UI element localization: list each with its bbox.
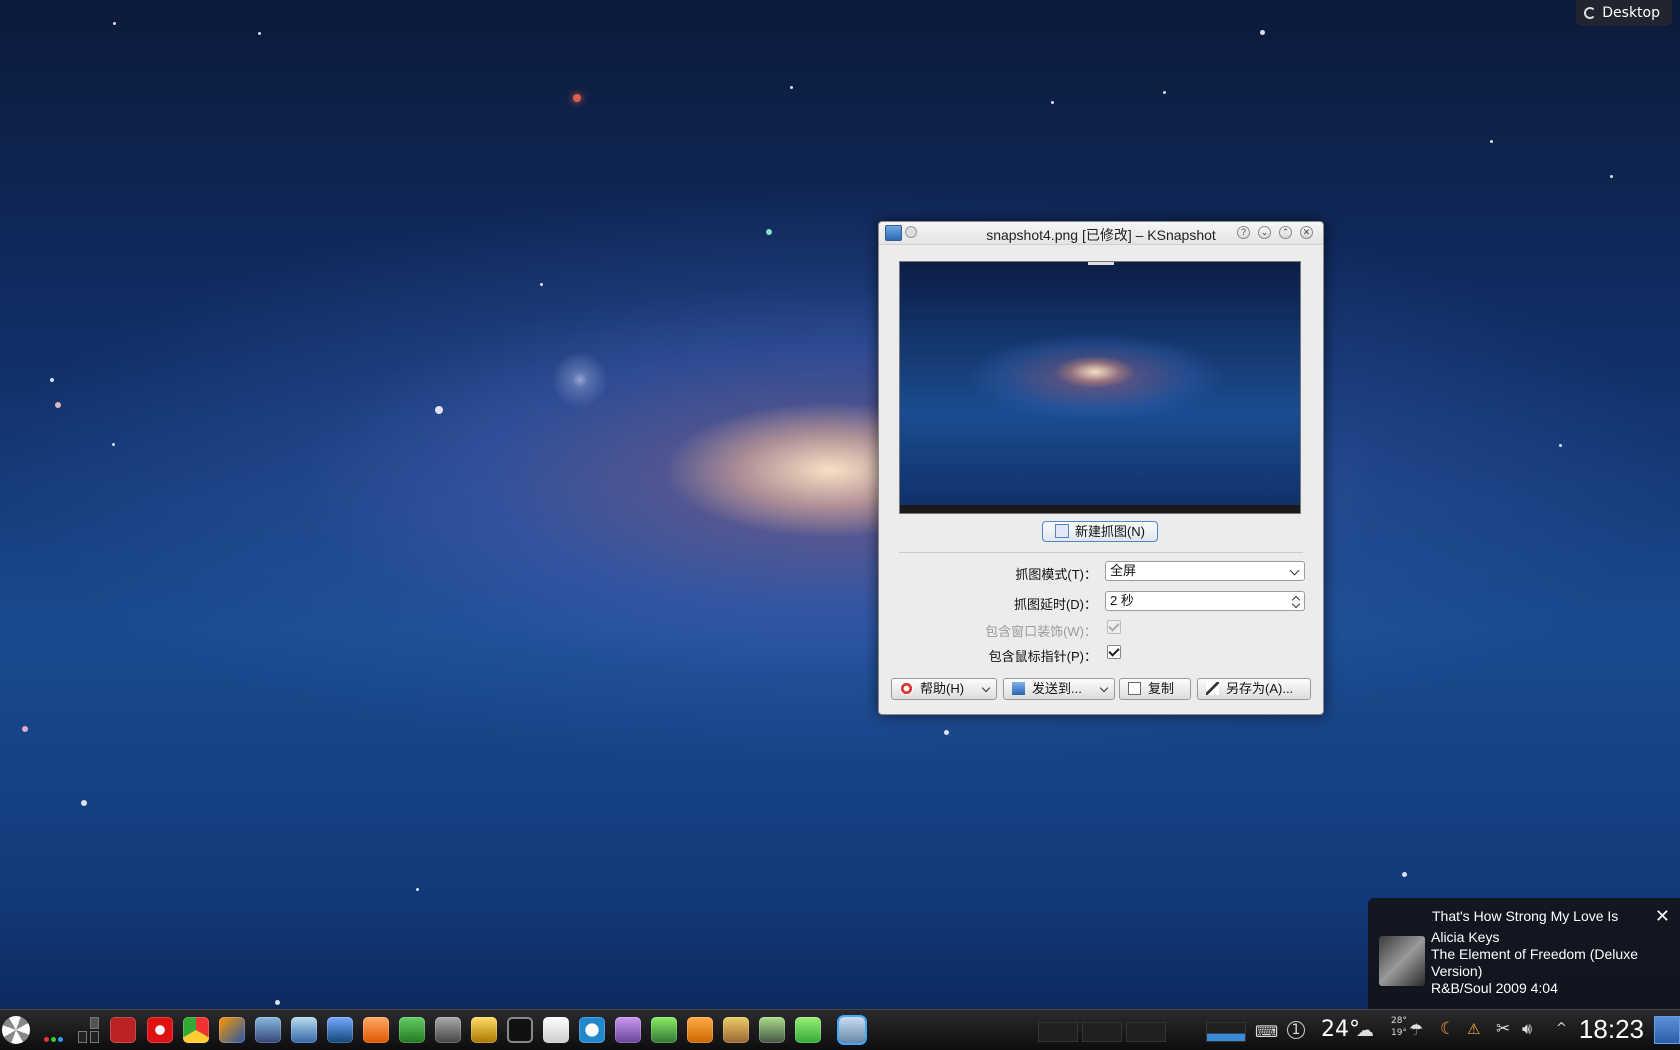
rain-icon[interactable]: ☂ [1409,1020,1423,1039]
android-icon[interactable] [399,1017,425,1043]
track-album-continued: Version) [1431,963,1483,979]
pointer-checkbox[interactable] [1107,645,1121,659]
notification-count-badge[interactable]: 1 [1287,1021,1305,1039]
help-button[interactable]: 帮助(H) [891,678,997,700]
crescent-icon[interactable]: ☾ [1440,1019,1455,1039]
dictionary-icon[interactable] [110,1017,136,1043]
memory-graph[interactable] [1082,1022,1122,1042]
lifebuoy-icon [900,682,913,695]
delay-row: 抓图延时(D)： 2 秒 [879,591,1323,613]
minimize-icon[interactable]: ⌄ [1258,226,1271,239]
preview-taskbar-thumb [900,505,1300,513]
clock[interactable]: 18:23 [1579,1014,1644,1045]
qq-icon[interactable] [471,1017,497,1043]
window-deco-checkbox [1107,620,1121,634]
swap-graph[interactable] [1126,1022,1166,1042]
help-icon[interactable]: ? [1237,226,1250,239]
volume-icon[interactable]: 🔊︎ [1522,1019,1532,1039]
forecast-low: 19° [1391,1028,1407,1038]
new-snapshot-label: 新建抓图(N) [1074,524,1146,539]
desktop-activity-button[interactable]: Desktop [1576,0,1672,26]
pointer-row: 包含鼠标指针(P)： [879,643,1323,665]
clipboard-icon[interactable]: ✂ [1496,1019,1510,1039]
mode-label: 抓图模式(T)： [1015,567,1097,582]
preview-window-thumb [1088,262,1114,265]
mode-value: 全屏 [1110,563,1137,578]
cpu-graph[interactable] [1038,1022,1078,1042]
now-playing-notification[interactable]: ✕ That's How Strong My Love Is Alicia Ke… [1368,898,1680,1010]
maximize-icon[interactable]: ⌃ [1279,226,1292,239]
firefox-icon[interactable] [219,1017,245,1043]
new-snapshot-button[interactable]: 新建抓图(N) [1042,521,1158,542]
track-meta: R&B/Soul 2009 4:04 [1431,980,1558,996]
mode-row: 抓图模式(T)： 全屏 [879,561,1323,583]
camera-icon [1054,524,1069,538]
window-deco-row: 包含窗口装饰(W)： [879,618,1323,640]
track-artist: Alicia Keys [1431,929,1500,945]
mode-select[interactable]: 全屏 [1105,561,1305,581]
system-settings-icon[interactable] [255,1017,281,1043]
copy-button[interactable]: 复制 [1119,678,1191,700]
desktop-label: Desktop [1602,5,1660,21]
taskbar: ⌨ 1 24° ☁ 28° 19° ☂ ☾ ⚠ ✂ 🔊︎ ^ 18:23 [0,1009,1680,1050]
delay-spinbox[interactable]: 2 秒 [1105,591,1305,611]
keyboard-icon[interactable]: ⌨ [1255,1022,1278,1041]
save-as-button-label: 另存为(A)... [1226,681,1294,696]
ksnapshot-window: snapshot4.png [已修改] – KSnapshot ? ⌄ ⌃ ✕ … [878,221,1324,715]
snapshot-preview[interactable] [899,261,1301,514]
send-to-button[interactable]: 发送到... [1003,678,1115,700]
messenger-icon[interactable] [651,1017,677,1043]
pointer-label: 包含鼠标指针(P)： [988,649,1097,664]
text-editor-icon[interactable] [543,1017,569,1043]
bird-app-icon[interactable] [363,1017,389,1043]
browser-icon[interactable] [327,1017,353,1043]
delay-value: 2 秒 [1110,593,1134,608]
notes-icon[interactable] [615,1017,641,1043]
save-as-button[interactable]: 另存为(A)... [1197,678,1311,700]
check-icon [1108,620,1120,632]
track-title: That's How Strong My Love Is [1432,908,1619,924]
forecast-high: 28° [1391,1016,1407,1026]
monitor-icon[interactable] [759,1017,785,1043]
download-icon[interactable] [687,1017,713,1043]
close-icon[interactable]: ✕ [1300,226,1313,239]
send-to-button-label: 发送到... [1032,681,1082,696]
chevron-down-icon [1289,565,1300,576]
copy-icon [1128,682,1141,695]
terminal-icon[interactable] [507,1017,533,1043]
chrome-icon[interactable] [183,1017,209,1043]
delay-label: 抓图延时(D)： [1013,597,1097,612]
save-as-icon [1206,682,1219,695]
show-desktop-button[interactable] [1654,1016,1680,1044]
file-manager-icon[interactable] [291,1017,317,1043]
separator [899,552,1303,553]
desktop-pager[interactable] [78,1016,100,1044]
opera-icon[interactable] [147,1017,173,1043]
network-graph[interactable] [1206,1022,1246,1042]
window-title: snapshot4.png [已修改] – KSnapshot [986,227,1216,243]
ksnapshot-task-icon[interactable] [839,1017,865,1043]
send-icon [1012,682,1025,695]
activity-icon [1584,7,1597,19]
package-icon[interactable] [795,1017,821,1043]
check-icon [1108,645,1120,657]
chat-icon[interactable] [435,1017,461,1043]
window-titlebar[interactable]: snapshot4.png [已修改] – KSnapshot ? ⌄ ⌃ ✕ [879,222,1323,245]
activities-icon[interactable] [44,1027,70,1042]
track-album: The Element of Freedom (Deluxe [1431,946,1638,962]
expand-tray-icon[interactable]: ^ [1556,1021,1567,1036]
chevron-down-icon [981,683,991,693]
tools-icon[interactable] [723,1017,749,1043]
help-button-label: 帮助(H) [920,681,965,696]
window-deco-label: 包含窗口装饰(W)： [985,624,1097,639]
music-player-icon[interactable] [579,1017,605,1043]
close-icon[interactable]: ✕ [1655,906,1670,927]
weather-temperature[interactable]: 24° [1321,1017,1360,1042]
album-cover [1379,936,1425,986]
copy-button-label: 复制 [1148,681,1175,696]
cloud-icon: ☁ [1356,1020,1374,1041]
chevron-down-icon [1099,683,1109,693]
application-launcher-icon[interactable] [2,1016,30,1044]
updates-icon[interactable]: ⚠ [1467,1020,1480,1038]
